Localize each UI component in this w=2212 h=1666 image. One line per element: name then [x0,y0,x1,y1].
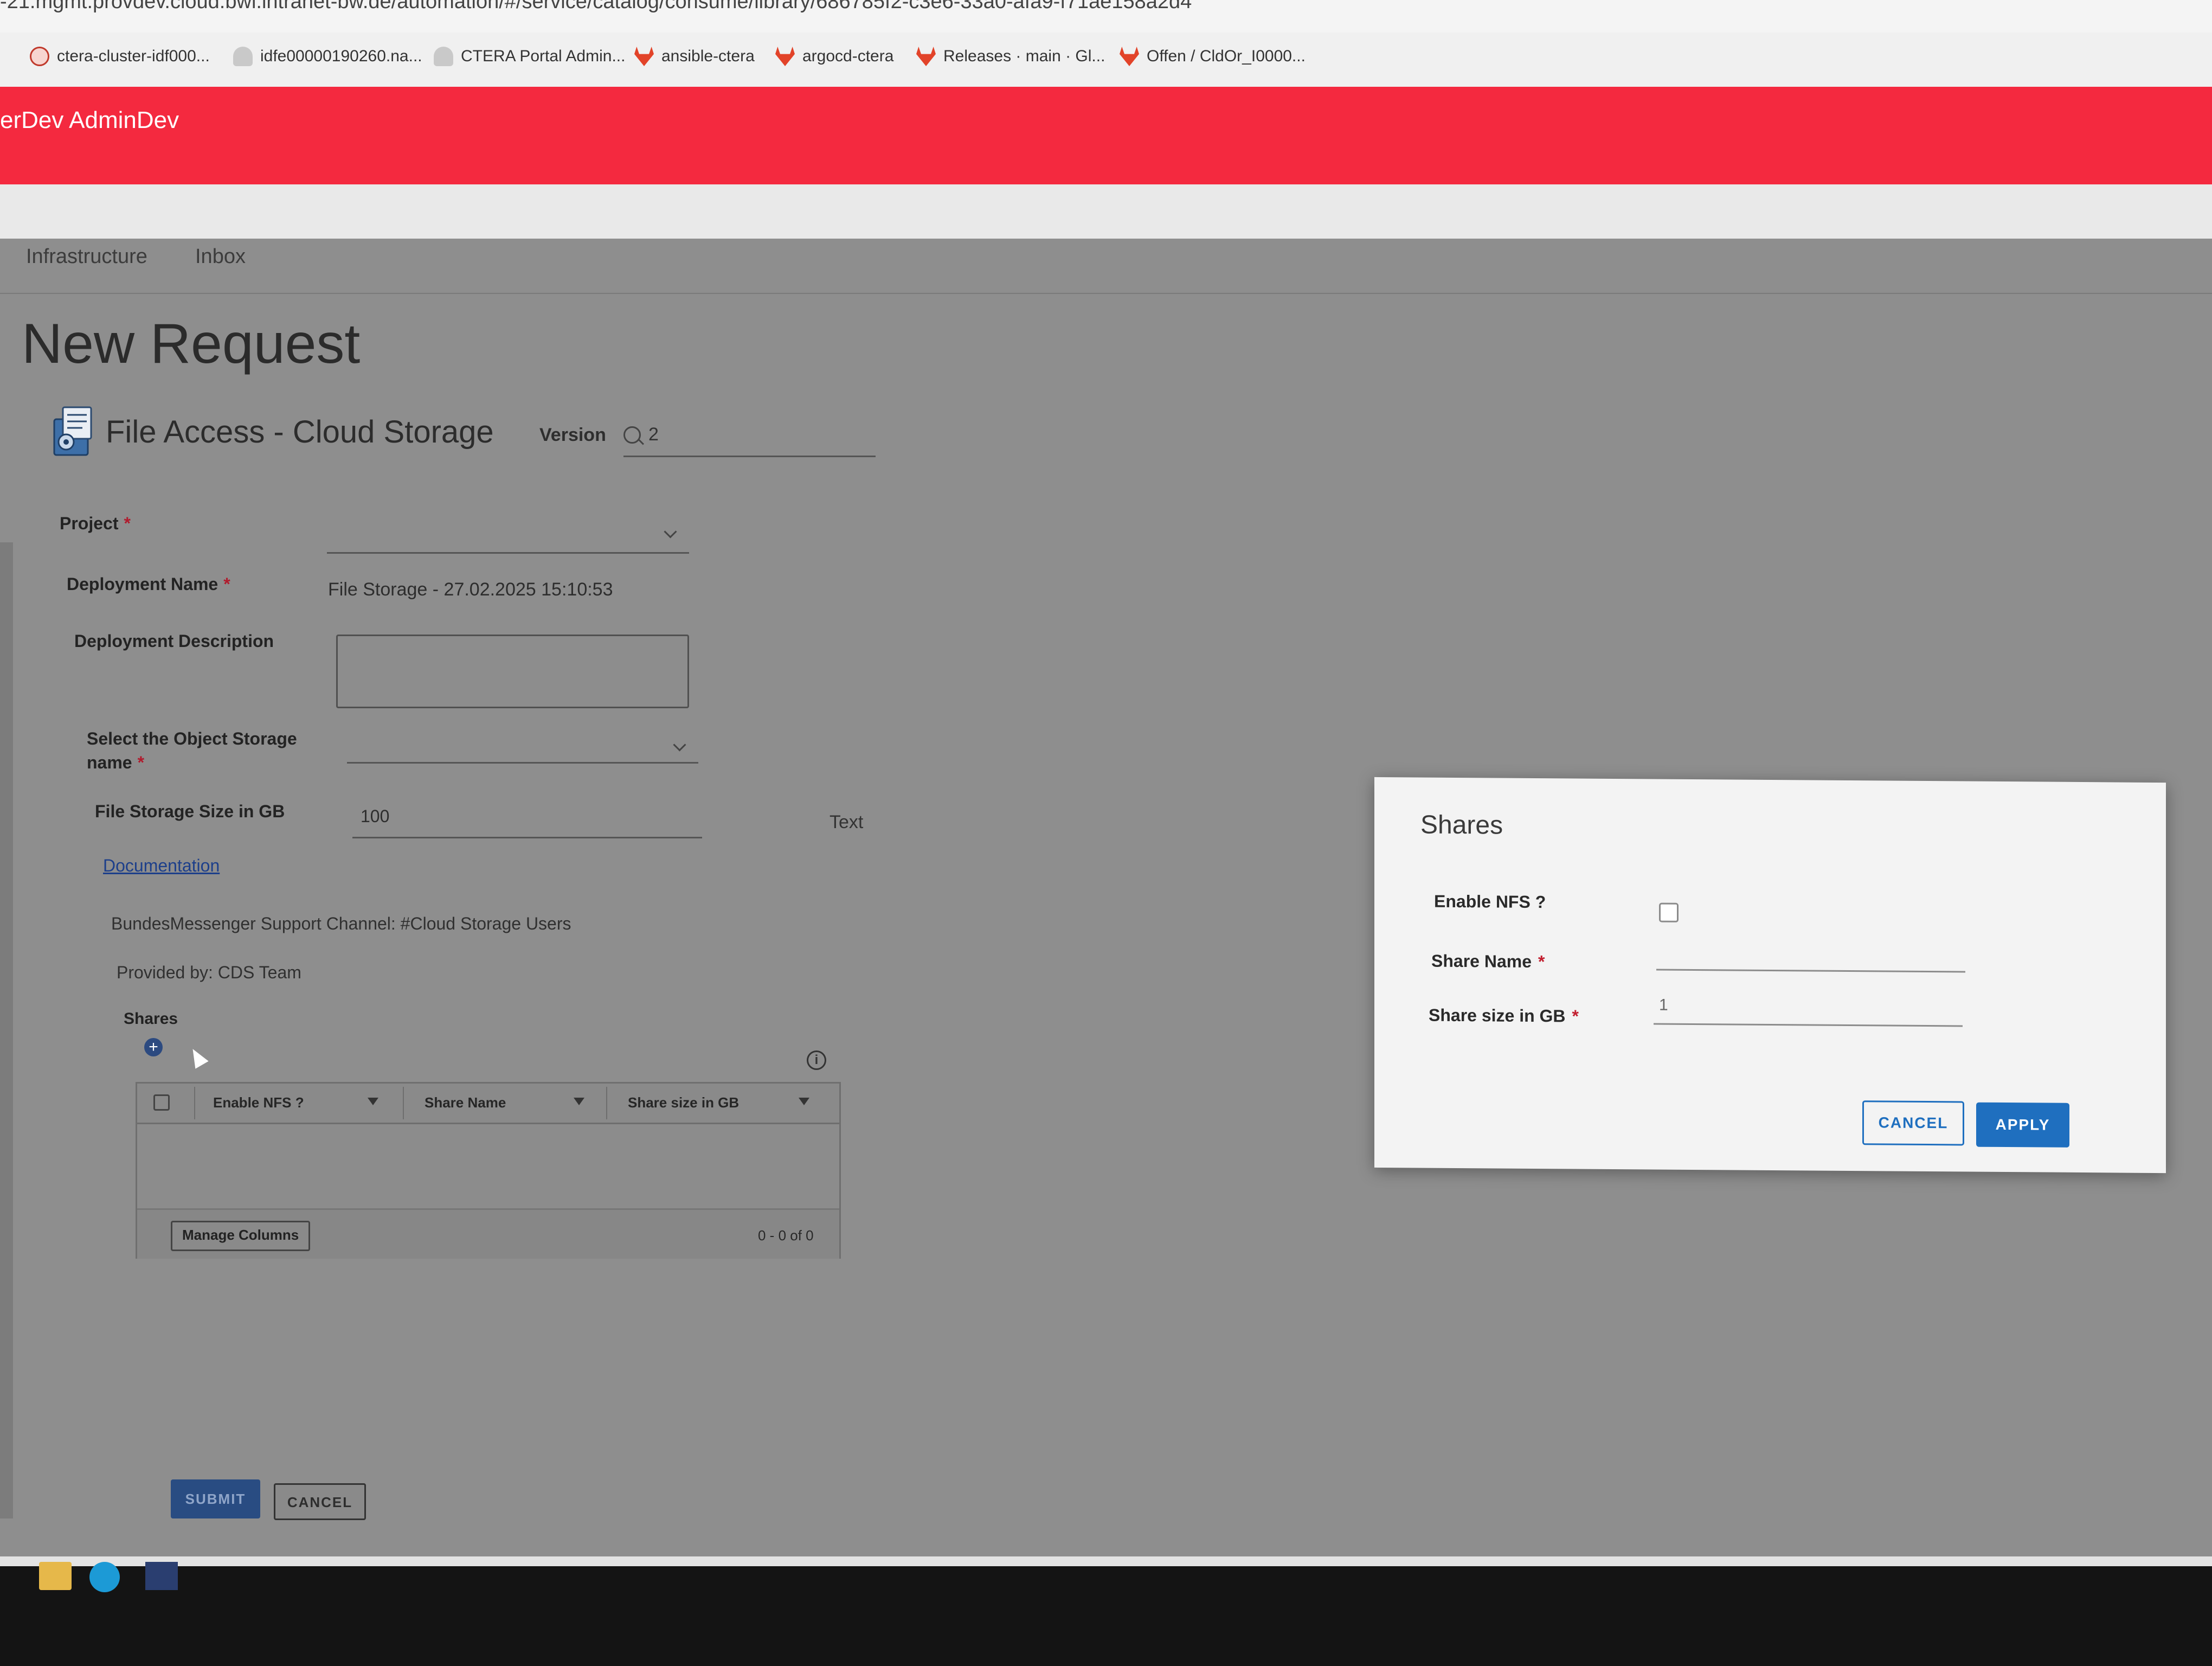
enable-nfs-checkbox[interactable] [1659,902,1679,922]
taskbar [0,1566,2212,1666]
cancel-button[interactable]: CANCEL [274,1483,366,1520]
deployment-name-value: File Storage - 27.02.2025 15:10:53 [328,579,613,600]
chevron-down-icon [673,738,686,752]
provided-by-text: Provided by: CDS Team [117,963,301,982]
submit-button[interactable]: SUBMIT [171,1479,260,1518]
gitlab-icon [634,47,654,66]
bookmark-label: ansible-ctera [661,47,755,65]
dialog-title: Shares [1420,810,1503,840]
page-title: New Request [22,312,361,375]
deployment-description-label: Deployment Description [74,631,274,651]
bookmark-label: Offen / CldOr_I0000... [1147,47,1306,65]
add-share-icon[interactable]: + [144,1038,163,1056]
column-divider [606,1087,607,1119]
tab-inbox[interactable]: Inbox [195,245,246,268]
file-storage-size-input[interactable]: 100 [352,800,702,838]
app-title: erDev AdminDev [0,107,179,133]
sub-header [0,184,2212,239]
app-icon[interactable] [145,1562,178,1590]
info-icon[interactable]: i [807,1050,826,1070]
chevron-down-icon [664,525,677,539]
manage-columns-button[interactable]: Manage Columns [171,1221,311,1251]
shares-datagrid: Enable NFS ? Share Name Share size in GB… [136,1082,841,1259]
gitlab-icon [1120,47,1139,66]
column-header-share-name[interactable]: Share Name [425,1094,506,1111]
filter-icon[interactable] [574,1098,584,1105]
dialog-cancel-button[interactable]: CANCEL [1862,1100,1964,1146]
bookmark-idfe[interactable]: idfe00000190260.na... [233,42,422,71]
url-text: -21.mgmt.provdev.cloud.bwi.intranet-bw.d… [0,0,1192,13]
dialog-apply-button[interactable]: APPLY [1976,1102,2069,1148]
bookmark-label: ctera-cluster-idf000... [57,47,210,65]
deployment-description-textarea[interactable] [336,635,689,708]
screen-edge [0,1556,2212,1566]
column-header-share-size[interactable]: Share size in GB [628,1094,739,1111]
version-label: Version [539,425,606,445]
share-name-label: Share Name * [1431,951,1545,972]
text-label: Text [829,812,864,832]
documentation-link[interactable]: Documentation [103,856,220,876]
cloud-icon [233,47,253,66]
search-icon [623,426,641,444]
column-divider [403,1087,404,1119]
bookmark-argocd-ctera[interactable]: argocd-ctera [775,42,893,71]
bookmark-releases[interactable]: Releases · main · Gl... [916,42,1105,71]
datagrid-header: Enable NFS ? Share Name Share size in GB [137,1084,839,1124]
support-channel-text: BundesMessenger Support Channel: #Cloud … [111,914,571,933]
object-storage-label: Select the Object Storage name * [87,729,297,772]
column-divider [194,1087,195,1119]
column-header-enable-nfs[interactable]: Enable NFS ? [213,1094,304,1111]
gitlab-icon [916,47,936,66]
version-field[interactable]: 2 [623,418,876,457]
filter-icon[interactable] [799,1098,809,1105]
tabs-divider [0,293,2212,294]
object-storage-dropdown[interactable] [347,729,698,764]
pagination-text: 0 - 0 of 0 [758,1227,814,1244]
bookmark-label: Releases · main · Gl... [943,47,1105,65]
ctera-icon [30,47,49,66]
bookmark-ctera-cluster[interactable]: ctera-cluster-idf000... [30,42,210,71]
bookmark-label: idfe00000190260.na... [260,47,422,65]
file-explorer-icon[interactable] [39,1562,72,1590]
file-storage-size-label: File Storage Size in GB [95,802,285,821]
gitlab-icon [775,47,795,66]
bookmark-offen[interactable]: Offen / CldOr_I0000... [1120,42,1306,71]
share-name-input[interactable] [1656,936,1965,973]
form-title: File Access - Cloud Storage [106,414,494,450]
deployment-name-label: Deployment Name * [67,574,230,594]
share-size-input[interactable]: 1 [1654,990,1963,1027]
shares-dialog: Shares Enable NFS ? Share Name * Share si… [1374,777,2166,1174]
cloud-icon [434,47,453,66]
datagrid-footer: Manage Columns 0 - 0 of 0 [137,1208,839,1259]
enable-nfs-label: Enable NFS ? [1434,891,1546,912]
tab-infrastructure[interactable]: Infrastructure [26,245,147,268]
bookmark-label: CTERA Portal Admin... [461,47,626,65]
project-label: Project * [60,514,131,533]
app-header [0,87,2212,184]
left-sidebar-collapsed [0,542,13,1518]
share-size-label: Share size in GB * [1429,1005,1579,1026]
catalog-item-icon [53,406,92,456]
share-size-value: 1 [1659,996,1668,1014]
version-value: 2 [648,424,659,445]
bookmark-label: argocd-ctera [802,47,894,65]
shares-label: Shares [124,1010,178,1028]
edge-browser-icon[interactable] [89,1562,120,1592]
project-dropdown[interactable] [327,515,689,554]
bookmark-ctera-portal[interactable]: CTERA Portal Admin... [434,42,625,71]
select-all-checkbox[interactable] [153,1094,170,1111]
file-storage-size-value: 100 [361,806,390,826]
bookmark-ansible-ctera[interactable]: ansible-ctera [634,42,755,71]
address-bar[interactable]: -21.mgmt.provdev.cloud.bwi.intranet-bw.d… [0,0,2212,33]
filter-icon[interactable] [368,1098,378,1105]
